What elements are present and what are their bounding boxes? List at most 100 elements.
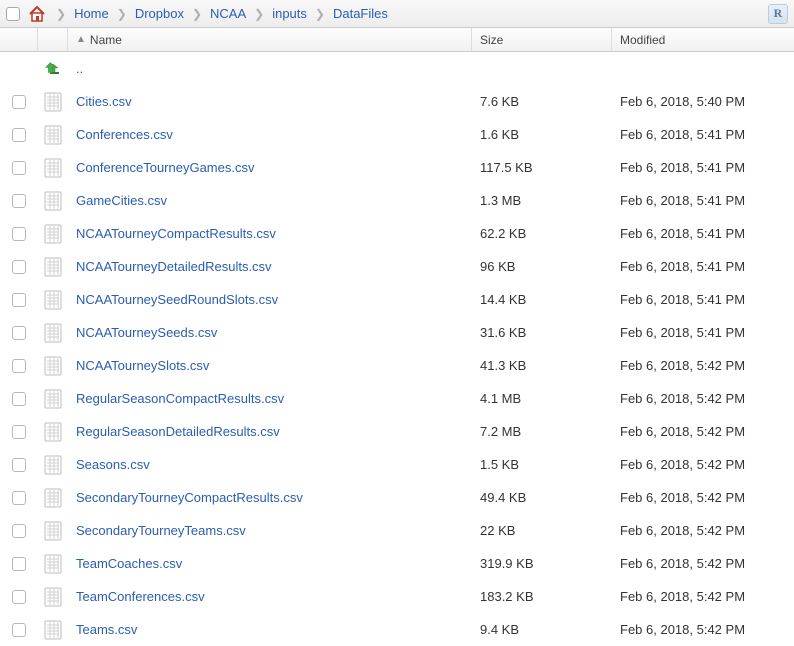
file-name[interactable]: Cities.csv	[68, 94, 472, 109]
file-name[interactable]: NCAATourneySeedRoundSlots.csv	[68, 292, 472, 307]
file-row[interactable]: Cities.csv 7.6 KB Feb 6, 2018, 5:40 PM	[0, 85, 794, 118]
file-name[interactable]: NCAATourneyCompactResults.csv	[68, 226, 472, 241]
header-check-col	[0, 28, 38, 51]
row-checkbox[interactable]	[12, 425, 26, 439]
row-check-cell	[0, 524, 38, 538]
csv-file-icon	[38, 323, 68, 343]
csv-file-icon	[38, 455, 68, 475]
row-checkbox[interactable]	[12, 194, 26, 208]
file-row[interactable]: ConferenceTourneyGames.csv 117.5 KB Feb …	[0, 151, 794, 184]
file-size: 183.2 KB	[472, 589, 612, 604]
file-row[interactable]: Teams.csv 9.4 KB Feb 6, 2018, 5:42 PM	[0, 613, 794, 646]
file-modified: Feb 6, 2018, 5:41 PM	[612, 325, 794, 340]
breadcrumb-item[interactable]: DataFiles	[329, 4, 392, 23]
header-icon-col	[38, 28, 68, 51]
file-modified: Feb 6, 2018, 5:42 PM	[612, 523, 794, 538]
up-arrow-icon	[38, 61, 68, 77]
breadcrumb-item[interactable]: Home	[70, 4, 113, 23]
home-icon[interactable]	[28, 5, 46, 23]
row-check-cell	[0, 194, 38, 208]
csv-file-icon	[38, 191, 68, 211]
row-checkbox[interactable]	[12, 293, 26, 307]
row-check-cell	[0, 623, 38, 637]
file-name[interactable]: RegularSeasonCompactResults.csv	[68, 391, 472, 406]
header-size[interactable]: Size	[472, 28, 612, 51]
file-row[interactable]: NCAATourneySlots.csv 41.3 KB Feb 6, 2018…	[0, 349, 794, 382]
chevron-right-icon: ❯	[54, 7, 68, 21]
file-size: 4.1 MB	[472, 391, 612, 406]
header-name[interactable]: ▲ Name	[68, 28, 472, 51]
file-modified: Feb 6, 2018, 5:41 PM	[612, 193, 794, 208]
file-name[interactable]: SecondaryTourneyTeams.csv	[68, 523, 472, 538]
file-name[interactable]: TeamConferences.csv	[68, 589, 472, 604]
file-size: 9.4 KB	[472, 622, 612, 637]
breadcrumb-item[interactable]: Dropbox	[131, 4, 188, 23]
parent-dir-label[interactable]: ..	[68, 61, 472, 76]
file-row[interactable]: NCAATourneySeeds.csv 31.6 KB Feb 6, 2018…	[0, 316, 794, 349]
row-checkbox[interactable]	[12, 227, 26, 241]
file-name[interactable]: NCAATourneySeeds.csv	[68, 325, 472, 340]
file-name[interactable]: Seasons.csv	[68, 457, 472, 472]
chevron-right-icon: ❯	[252, 7, 266, 21]
header-size-label: Size	[480, 33, 503, 47]
file-row[interactable]: TeamCoaches.csv 319.9 KB Feb 6, 2018, 5:…	[0, 547, 794, 580]
file-name[interactable]: ConferenceTourneyGames.csv	[68, 160, 472, 175]
file-row[interactable]: NCAATourneySeedRoundSlots.csv 14.4 KB Fe…	[0, 283, 794, 316]
row-checkbox[interactable]	[12, 623, 26, 637]
column-headers: ▲ Name Size Modified	[0, 28, 794, 52]
csv-file-icon	[38, 290, 68, 310]
row-check-cell	[0, 491, 38, 505]
breadcrumb-item[interactable]: NCAA	[206, 4, 250, 23]
file-row[interactable]: Seasons.csv 1.5 KB Feb 6, 2018, 5:42 PM	[0, 448, 794, 481]
csv-file-icon	[38, 554, 68, 574]
file-name[interactable]: NCAATourneyDetailedResults.csv	[68, 259, 472, 274]
row-checkbox[interactable]	[12, 128, 26, 142]
file-row[interactable]: NCAATourneyDetailedResults.csv 96 KB Feb…	[0, 250, 794, 283]
row-checkbox[interactable]	[12, 260, 26, 274]
file-row[interactable]: SecondaryTourneyTeams.csv 22 KB Feb 6, 2…	[0, 514, 794, 547]
breadcrumb-item[interactable]: inputs	[268, 4, 311, 23]
row-checkbox[interactable]	[12, 557, 26, 571]
file-size: 117.5 KB	[472, 160, 612, 175]
file-size: 49.4 KB	[472, 490, 612, 505]
file-size: 7.6 KB	[472, 94, 612, 109]
file-list: .. Cities.csv 7.6 KB Feb 6, 2018, 5:40 P…	[0, 52, 794, 646]
row-checkbox[interactable]	[12, 524, 26, 538]
file-modified: Feb 6, 2018, 5:42 PM	[612, 589, 794, 604]
csv-file-icon	[38, 587, 68, 607]
file-row[interactable]: Conferences.csv 1.6 KB Feb 6, 2018, 5:41…	[0, 118, 794, 151]
file-row[interactable]: NCAATourneyCompactResults.csv 62.2 KB Fe…	[0, 217, 794, 250]
file-name[interactable]: NCAATourneySlots.csv	[68, 358, 472, 373]
row-checkbox[interactable]	[12, 392, 26, 406]
row-check-cell	[0, 590, 38, 604]
file-row[interactable]: SecondaryTourneyCompactResults.csv 49.4 …	[0, 481, 794, 514]
r-project-icon[interactable]: R	[768, 4, 788, 24]
file-row[interactable]: RegularSeasonCompactResults.csv 4.1 MB F…	[0, 382, 794, 415]
file-name[interactable]: RegularSeasonDetailedResults.csv	[68, 424, 472, 439]
file-size: 22 KB	[472, 523, 612, 538]
row-checkbox[interactable]	[12, 95, 26, 109]
row-checkbox[interactable]	[12, 491, 26, 505]
file-modified: Feb 6, 2018, 5:42 PM	[612, 556, 794, 571]
file-name[interactable]: Conferences.csv	[68, 127, 472, 142]
file-row[interactable]: GameCities.csv 1.3 MB Feb 6, 2018, 5:41 …	[0, 184, 794, 217]
row-checkbox[interactable]	[12, 326, 26, 340]
file-size: 1.6 KB	[472, 127, 612, 142]
file-modified: Feb 6, 2018, 5:42 PM	[612, 424, 794, 439]
row-check-cell	[0, 227, 38, 241]
select-all-checkbox[interactable]	[6, 7, 20, 21]
file-row[interactable]: TeamConferences.csv 183.2 KB Feb 6, 2018…	[0, 580, 794, 613]
header-modified[interactable]: Modified	[612, 28, 794, 51]
file-row[interactable]: RegularSeasonDetailedResults.csv 7.2 MB …	[0, 415, 794, 448]
file-name[interactable]: TeamCoaches.csv	[68, 556, 472, 571]
parent-directory-row[interactable]: ..	[0, 52, 794, 85]
file-name[interactable]: GameCities.csv	[68, 193, 472, 208]
file-name[interactable]: SecondaryTourneyCompactResults.csv	[68, 490, 472, 505]
row-checkbox[interactable]	[12, 458, 26, 472]
row-checkbox[interactable]	[12, 359, 26, 373]
row-checkbox[interactable]	[12, 161, 26, 175]
row-checkbox[interactable]	[12, 590, 26, 604]
chevron-right-icon: ❯	[190, 7, 204, 21]
file-name[interactable]: Teams.csv	[68, 622, 472, 637]
row-check-cell	[0, 95, 38, 109]
